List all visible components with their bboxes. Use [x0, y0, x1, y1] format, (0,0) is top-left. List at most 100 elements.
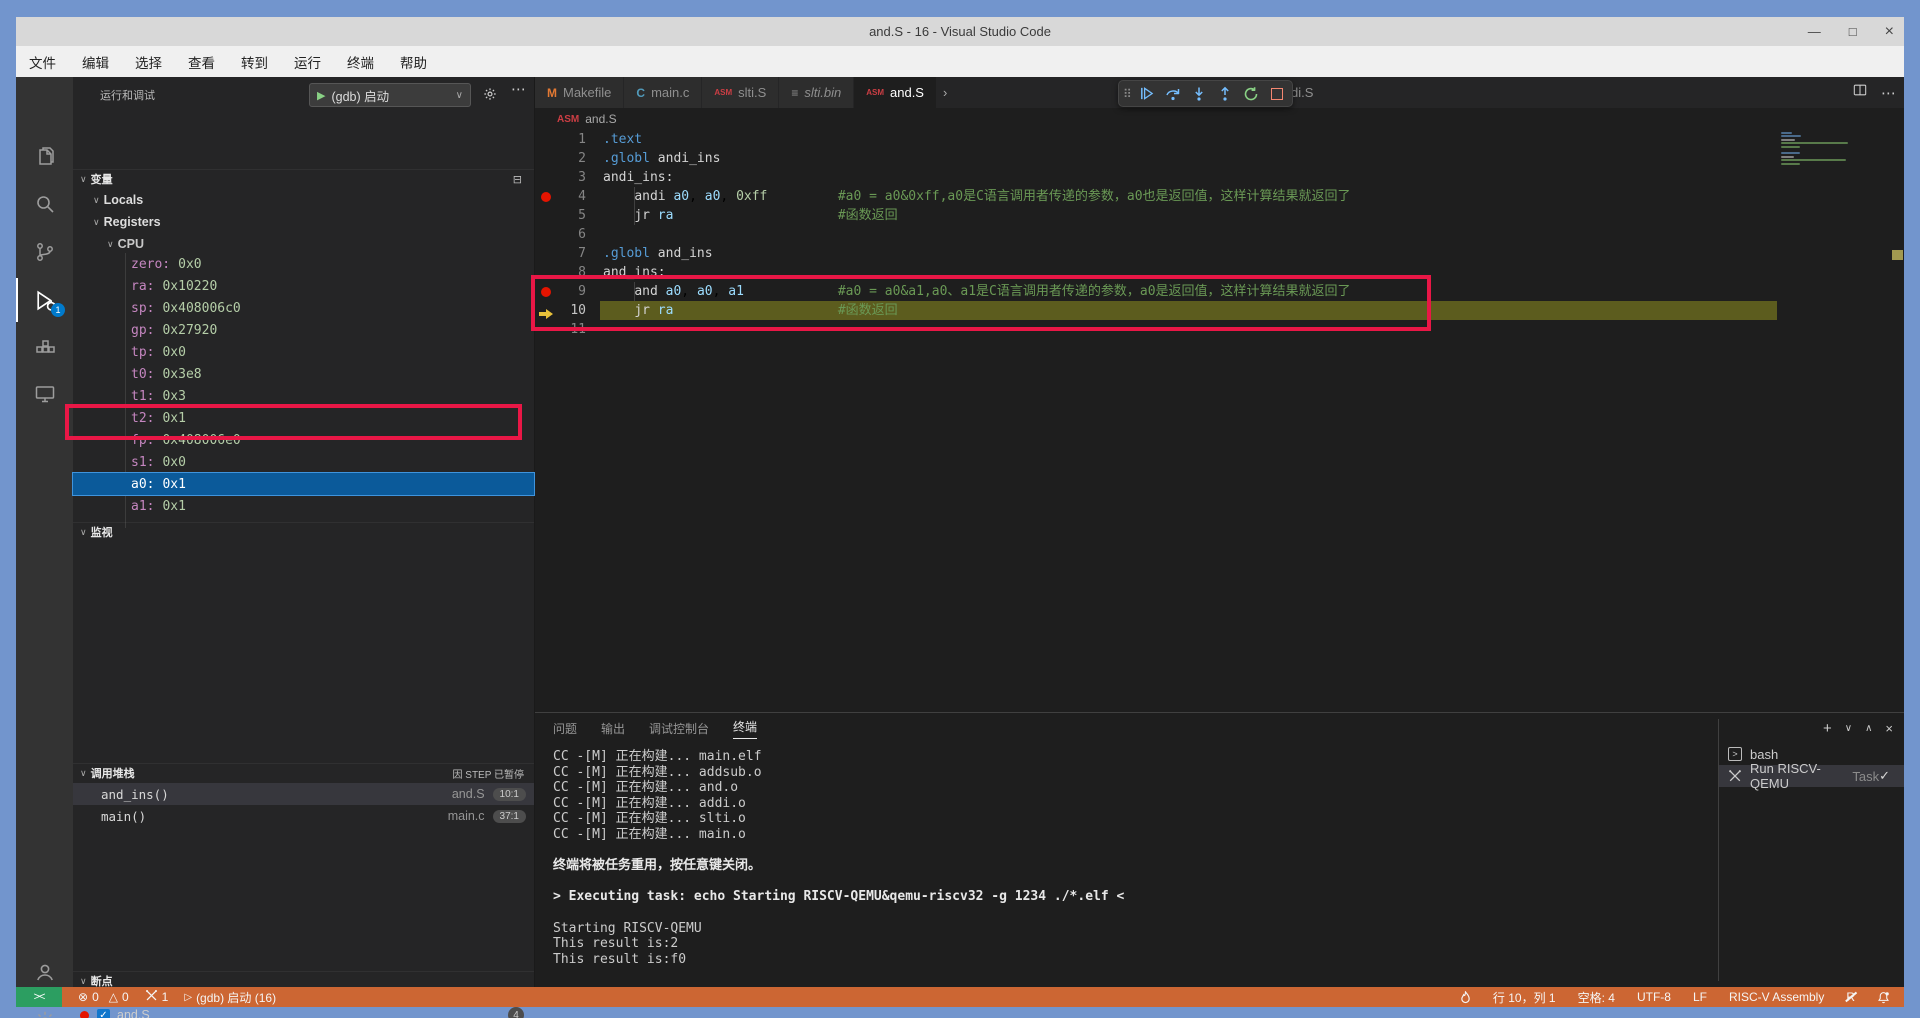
panel-tab-调试控制台[interactable]: 调试控制台	[649, 720, 709, 737]
flame-icon[interactable]	[1460, 991, 1471, 1004]
breakpoint-checkbox[interactable]: ✓	[97, 1009, 110, 1018]
code-line-10[interactable]: 10 jr ra #函数返回	[535, 301, 1904, 320]
editor-more-actions-icon[interactable]: ⋯	[1881, 84, 1896, 102]
feedback-icon[interactable]: R	[1846, 990, 1855, 1004]
remote-indicator[interactable]: ><	[16, 987, 62, 1007]
close-icon[interactable]: ×	[1885, 23, 1894, 41]
code-line-9[interactable]: 9 and a0, a0, a1 #a0 = a0&a1,a0、a1是C语言调用…	[535, 282, 1904, 301]
register-row-sp[interactable]: sp:0x408006c0	[73, 297, 534, 319]
activity-item-explorer[interactable]	[16, 136, 73, 180]
menu-item[interactable]: 编辑	[82, 52, 109, 72]
breakpoint-label: and.S	[117, 1008, 150, 1018]
panel-tab-问题[interactable]: 问题	[553, 720, 577, 737]
debug-status[interactable]: ▷ (gdb) 启动 (16)	[184, 989, 276, 1006]
tree-item-cpu[interactable]: ∨ CPU	[107, 234, 144, 254]
encoding[interactable]: UTF-8	[1637, 990, 1671, 1004]
split-editor-icon[interactable]	[1853, 83, 1867, 102]
cursor-position[interactable]: 行 10，列 1	[1493, 989, 1556, 1006]
register-row-ra[interactable]: ra:0x10220	[73, 275, 534, 297]
register-row-a0[interactable]: a0:0x1	[73, 473, 534, 495]
maximize-icon[interactable]: □	[1849, 24, 1857, 39]
minimap-line	[1781, 159, 1846, 161]
activity-item-run-and-debug[interactable]: 1	[16, 278, 73, 322]
panel-tab-终端[interactable]: 终端	[733, 718, 757, 739]
launch-config-dropdown[interactable]: ▶ (gdb) 启动 ∨	[309, 83, 471, 107]
step-out-button[interactable]	[1214, 83, 1236, 105]
stack-frame[interactable]: main()main.c37:1	[73, 805, 534, 827]
terminal-output[interactable]: CC -[M] 正在构建... main.elfCC -[M] 正在构建... …	[553, 749, 1703, 967]
terminal-dropdown-icon[interactable]: ∨	[1845, 723, 1852, 734]
tab-main.c[interactable]: Cmain.c	[624, 77, 702, 108]
code-line-2[interactable]: 2.globl andi_ins	[535, 149, 1904, 168]
breakpoint-dot-icon[interactable]	[541, 287, 551, 297]
stop-button[interactable]	[1266, 83, 1288, 105]
breadcrumb[interactable]: ASM and.S	[535, 108, 1904, 130]
restart-button[interactable]	[1240, 83, 1262, 105]
watch-section-header[interactable]: ∨ 监视	[73, 522, 534, 541]
eol-sequence[interactable]: LF	[1693, 990, 1707, 1004]
stack-frame[interactable]: and_ins()and.S10:1	[73, 783, 534, 805]
call-stack-section-header[interactable]: ∨ 调用堆栈 因 STEP 已暂停	[73, 763, 534, 782]
code-line-1[interactable]: 1.text	[535, 130, 1904, 149]
terminal-instance-Run RISCV-QEMU[interactable]: Run RISCV-QEMUTask✓	[1719, 765, 1904, 787]
tree-item-locals[interactable]: ∨ Locals	[93, 190, 143, 210]
tab-Makefile[interactable]: MMakefile	[535, 77, 624, 108]
notifications-bell-icon[interactable]	[1877, 991, 1890, 1004]
tree-item-registers[interactable]: ∨ Registers	[93, 212, 161, 232]
maximize-panel-icon[interactable]: ∧	[1865, 723, 1872, 734]
menu-item[interactable]: 选择	[135, 52, 162, 72]
indentation[interactable]: 空格: 4	[1578, 989, 1615, 1006]
minimize-icon[interactable]: —	[1808, 24, 1821, 39]
code-line-8[interactable]: 8and_ins:	[535, 263, 1904, 282]
variables-section-header[interactable]: ∨ 变量 ⊟	[73, 169, 534, 188]
close-panel-icon[interactable]: ×	[1885, 721, 1893, 736]
register-row-s1[interactable]: s1:0x0	[73, 451, 534, 473]
menu-item[interactable]: 转到	[241, 52, 268, 72]
menu-item[interactable]: 文件	[29, 52, 56, 72]
tab-slti.S[interactable]: ASMslti.S	[702, 77, 779, 108]
more-actions-icon[interactable]: ⋯	[511, 80, 526, 98]
new-terminal-icon[interactable]: +	[1823, 720, 1832, 737]
step-into-button[interactable]	[1188, 83, 1210, 105]
register-row-t1[interactable]: t1:0x3	[73, 385, 534, 407]
register-row-t2[interactable]: t2:0x1	[73, 407, 534, 429]
activity-item-remote-explorer[interactable]	[16, 372, 73, 416]
register-row-tp[interactable]: tp:0x0	[73, 341, 534, 363]
menu-item[interactable]: 查看	[188, 52, 215, 72]
start-debug-icon[interactable]: ▶	[317, 89, 325, 102]
running-tasks-indicator[interactable]: 1	[145, 989, 169, 1005]
code-editor[interactable]: 1.text2.globl andi_ins3andi_ins:4 andi a…	[535, 130, 1904, 712]
activity-item-extensions[interactable]	[16, 326, 73, 370]
register-row-t0[interactable]: t0:0x3e8	[73, 363, 534, 385]
debug-settings-gear-icon[interactable]	[483, 87, 497, 104]
tab-slti.bin[interactable]: ≡slti.bin	[779, 77, 854, 108]
register-row-a1[interactable]: a1:0x1	[73, 495, 534, 517]
problems-indicator[interactable]: ⊗0 △0	[78, 990, 129, 1004]
register-row-fp[interactable]: fp:0x408006e0	[73, 429, 534, 451]
language-mode[interactable]: RISC-V Assembly	[1729, 990, 1824, 1004]
code-line-3[interactable]: 3andi_ins:	[535, 168, 1904, 187]
menu-item[interactable]: 运行	[294, 52, 321, 72]
code-line-6[interactable]: 6	[535, 225, 1904, 244]
menu-item[interactable]: 终端	[347, 52, 374, 72]
tab-overflow-chevron-icon[interactable]: ›	[943, 85, 947, 100]
code-line-4[interactable]: 4 andi a0, a0, 0xff #a0 = a0&0xff,a0是C语言…	[535, 187, 1904, 206]
register-row-zero[interactable]: zero:0x0	[73, 253, 534, 275]
step-over-button[interactable]	[1162, 83, 1184, 105]
breakpoint-dot-icon[interactable]	[541, 192, 551, 202]
panel-tab-输出[interactable]: 输出	[601, 720, 625, 737]
activity-item-search[interactable]	[16, 182, 73, 226]
toolbar-grip-icon[interactable]: ⠿	[1123, 87, 1130, 101]
status-bar: >< ⊗0 △0 1 ▷ (gdb) 启动 (16) 行 10，列 1 空	[16, 987, 1904, 1007]
tab-partial-hidden[interactable]: di.S	[1291, 77, 1313, 108]
activity-item-source-control[interactable]	[16, 230, 73, 274]
continue-button[interactable]	[1136, 83, 1158, 105]
code-line-7[interactable]: 7.globl and_ins	[535, 244, 1904, 263]
remote-icon: ><	[34, 991, 45, 1003]
code-line-11[interactable]: 11	[535, 320, 1904, 339]
menu-item[interactable]: 帮助	[400, 52, 427, 72]
code-line-5[interactable]: 5 jr ra #函数返回	[535, 206, 1904, 225]
register-row-gp[interactable]: gp:0x27920	[73, 319, 534, 341]
tab-and.S[interactable]: ASMand.S	[854, 77, 937, 108]
collapse-all-icon[interactable]: ⊟	[513, 173, 522, 186]
